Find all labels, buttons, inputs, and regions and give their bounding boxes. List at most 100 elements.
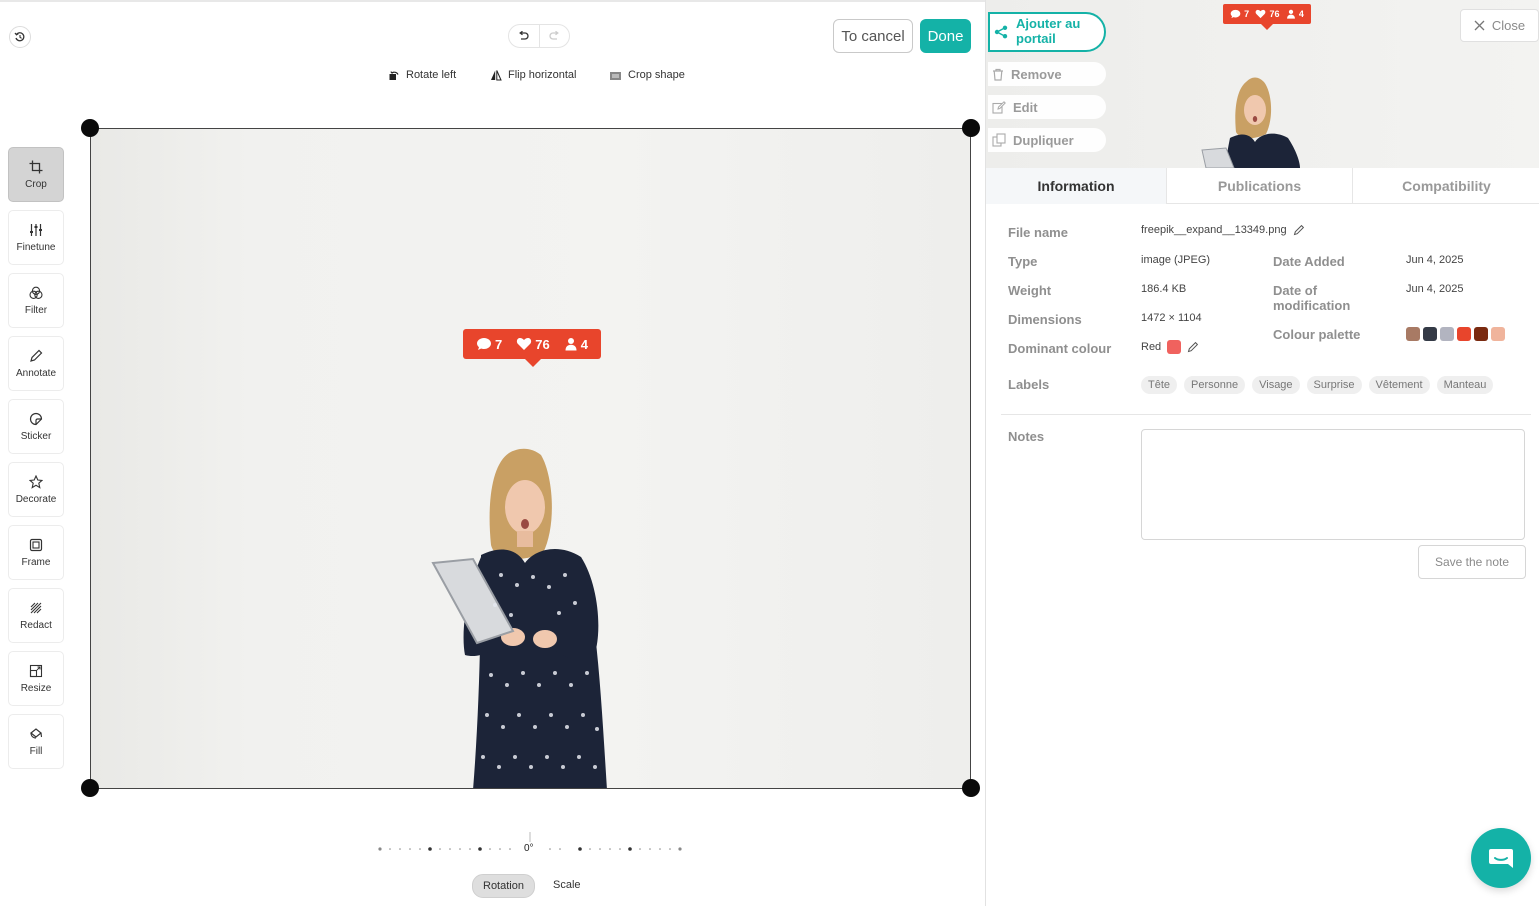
add-to-portal-button[interactable]: Ajouter au portail (988, 12, 1106, 52)
duplicate-icon (992, 133, 1006, 147)
notification-followers: 4 (564, 337, 588, 352)
palette-swatch (1440, 327, 1454, 341)
label-chip[interactable]: Tête (1141, 376, 1178, 394)
tool-crop-label: Crop (25, 178, 47, 190)
rename-pencil-icon[interactable] (1293, 224, 1305, 236)
remove-button[interactable]: Remove (988, 62, 1106, 86)
crop-handle-top-left[interactable] (81, 119, 99, 137)
photo-notification-bubble: 7 76 4 (463, 329, 601, 367)
done-button[interactable]: Done (920, 19, 971, 53)
cancel-button[interactable]: To cancel (833, 19, 913, 53)
redact-icon (30, 602, 42, 613)
rotation-value: 0° (524, 843, 534, 854)
preview-notification-followers: 4 (1286, 9, 1304, 19)
mode-rotation[interactable]: Rotation (472, 874, 535, 898)
label-chip[interactable]: Personne (1184, 376, 1246, 394)
tool-frame[interactable]: Frame (8, 525, 64, 580)
tool-fill[interactable]: Fill (8, 714, 64, 769)
label-chip[interactable]: Visage (1252, 376, 1300, 394)
close-label: Close (1491, 18, 1526, 33)
tool-redact[interactable]: Redact (8, 588, 64, 643)
crop-handle-top-right[interactable] (962, 119, 980, 137)
section-divider (1001, 414, 1531, 415)
undo-icon (519, 31, 529, 40)
weight-value: 186.4 KB (1141, 283, 1187, 295)
crop-handle-bottom-right[interactable] (962, 779, 980, 797)
add-to-portal-label: Ajouter au portail (1016, 16, 1081, 46)
undo-redo-group (508, 24, 570, 48)
undo-button[interactable] (509, 25, 539, 47)
mode-scale[interactable]: Scale (543, 874, 591, 898)
palette-swatch (1491, 327, 1505, 341)
palette-swatch (1406, 327, 1420, 341)
tool-annotate[interactable]: Annotate (8, 336, 64, 391)
redo-button[interactable] (538, 25, 570, 47)
labels-label: Labels (1008, 377, 1050, 392)
notification-likes: 76 (516, 337, 550, 352)
tool-sticker[interactable]: Sticker (8, 399, 64, 454)
dimensions-value: 1472 × 1104 (1141, 312, 1202, 324)
tool-sticker-label: Sticker (20, 430, 52, 442)
flip-horizontal-button[interactable]: Flip horizontal (490, 69, 576, 81)
notes-label: Notes (1008, 429, 1045, 444)
crop-handle-bottom-left[interactable] (81, 779, 99, 797)
user-icon (1286, 9, 1295, 19)
edit-button[interactable]: Edit (988, 95, 1106, 119)
image-preview: 7 76 4 Ajouter au portail Remove Edit Du… (986, 0, 1539, 168)
palette-swatch (1474, 327, 1488, 341)
save-note-button[interactable]: Save the note (1418, 545, 1526, 579)
sliders-icon (30, 223, 42, 236)
label-chip[interactable]: Vêtement (1368, 376, 1430, 394)
labels-list: Tête Personne Visage Surprise Vêtement M… (1141, 376, 1494, 394)
star-icon (29, 474, 43, 489)
pencil-icon (30, 349, 43, 362)
date-modified-label: Date of modification (1273, 283, 1351, 313)
crop-shape-button[interactable]: Crop shape (609, 69, 685, 81)
filter-icon (29, 286, 43, 299)
chat-icon (1489, 849, 1513, 868)
history-icon (14, 32, 25, 42)
dimensions-label: Dimensions (1008, 312, 1082, 327)
flip-horizontal-label: Flip horizontal (508, 69, 577, 81)
notification-comments: 7 (476, 337, 502, 352)
close-button[interactable]: Close (1460, 9, 1539, 42)
woman-with-tablet-photo (431, 448, 607, 788)
rotate-left-button[interactable]: Rotate left (388, 69, 456, 81)
colour-palette-label: Colour palette (1273, 327, 1361, 342)
frame-icon (29, 538, 43, 551)
tool-redact-label: Redact (20, 619, 52, 631)
heart-icon (1256, 9, 1266, 19)
fill-icon (30, 727, 43, 739)
tool-filter[interactable]: Filter (8, 273, 64, 328)
media-details-panel: 7 76 4 Ajouter au portail Remove Edit Du… (985, 0, 1539, 906)
type-value: image (JPEG) (1141, 254, 1211, 266)
close-icon (1474, 20, 1485, 31)
tool-resize-label: Resize (20, 682, 52, 694)
image-canvas[interactable]: 7 76 4 (90, 128, 971, 789)
preview-notification-likes: 76 (1255, 9, 1280, 19)
tool-annotate-label: Annotate (15, 367, 57, 379)
crop-shape-label: Crop shape (628, 69, 685, 81)
tool-decorate[interactable]: Decorate (8, 462, 64, 517)
notes-textarea[interactable] (1141, 429, 1525, 540)
tool-resize[interactable]: Resize (8, 651, 64, 706)
tab-compatibility[interactable]: Compatibility (1353, 168, 1539, 204)
edit-label: Edit (1013, 99, 1038, 115)
date-added-label: Date Added (1273, 254, 1345, 269)
file-name-text: freepik__expand__13349.png (1141, 224, 1287, 236)
date-modified-value: Jun 4, 2025 (1406, 283, 1464, 295)
duplicate-button[interactable]: Dupliquer (988, 128, 1106, 152)
label-chip[interactable]: Surprise (1306, 376, 1362, 394)
palette-swatch (1457, 327, 1471, 341)
tool-finetune[interactable]: Finetune (8, 210, 64, 265)
crop-icon (29, 160, 43, 173)
tab-information[interactable]: Information (986, 168, 1167, 204)
history-button[interactable] (9, 26, 31, 48)
chat-widget-button[interactable] (1471, 828, 1531, 888)
tool-crop[interactable]: Crop (8, 147, 64, 202)
rotation-slider[interactable]: 0° (368, 830, 694, 860)
tab-publications[interactable]: Publications (1167, 168, 1353, 204)
label-chip[interactable]: Manteau (1436, 376, 1494, 394)
duplicate-label: Dupliquer (1013, 132, 1074, 148)
edit-colour-pencil-icon[interactable] (1187, 341, 1199, 353)
